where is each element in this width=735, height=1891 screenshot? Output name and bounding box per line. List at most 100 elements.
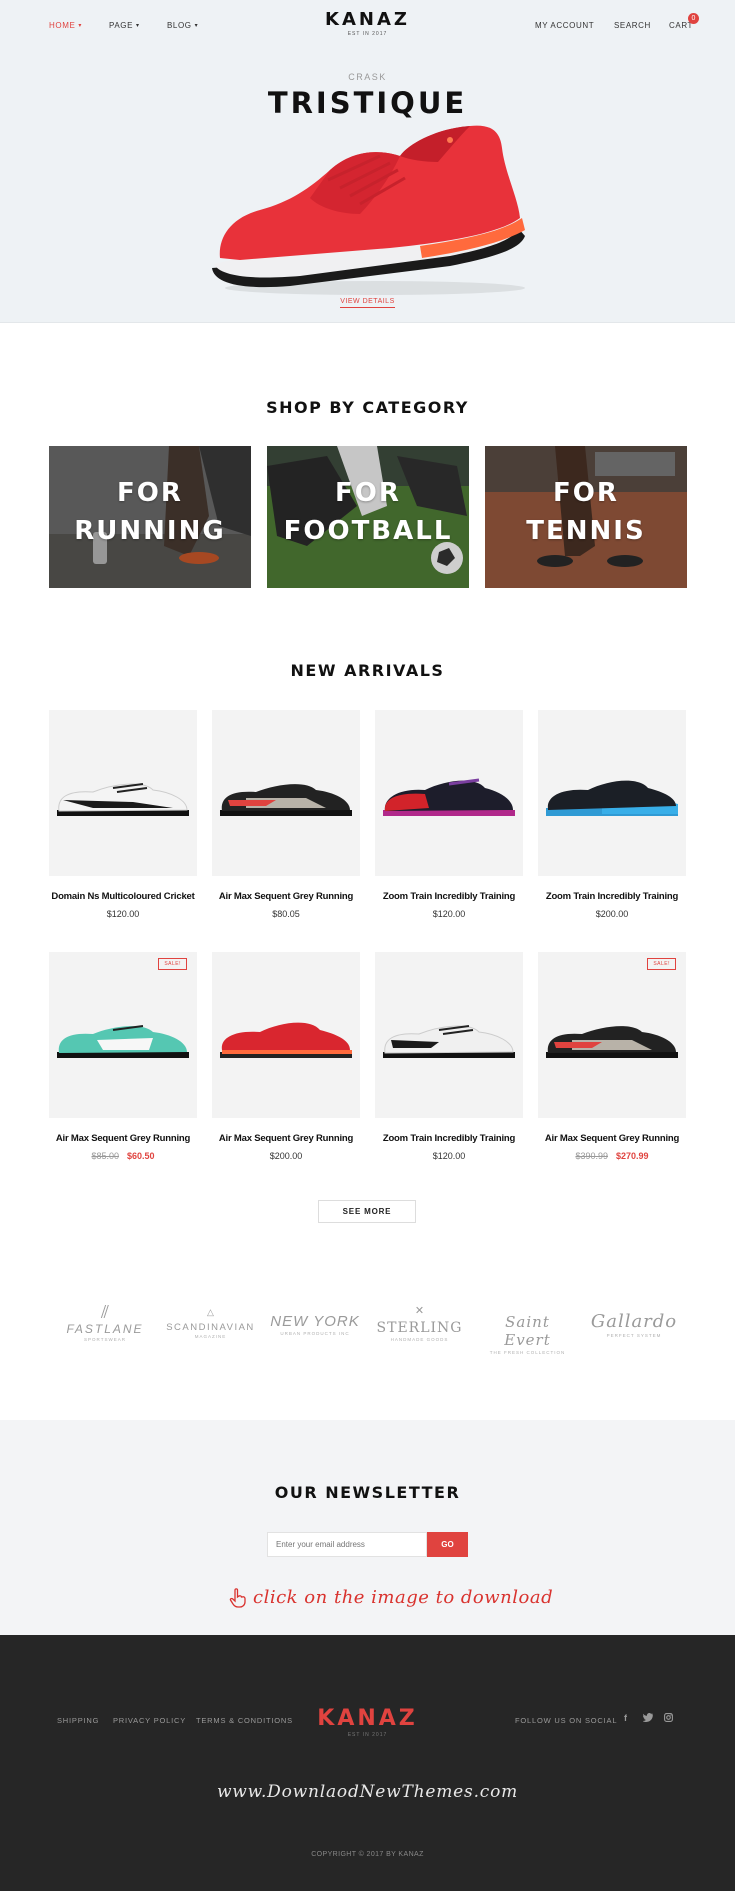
brand-name: STERLING	[376, 1320, 463, 1336]
product-name[interactable]: Air Max Sequent Grey Running	[206, 891, 366, 902]
product-name[interactable]: Air Max Sequent Grey Running	[206, 1133, 366, 1144]
nav-my-account[interactable]: MY ACCOUNT	[535, 21, 594, 30]
download-note-text: click on the image to download	[253, 1587, 554, 1608]
category-tennis-line2: TENNIS	[526, 516, 646, 546]
brand-sub: MAGAZINE	[194, 1334, 227, 1339]
brand-logo-fastlane[interactable]: ⫽ FASTLANE SPORTSWEAR	[60, 1302, 150, 1352]
product-name[interactable]: Zoom Train Incredibly Training	[369, 1133, 529, 1144]
categories-title-text: SHOP BY CATEGORY	[266, 398, 469, 417]
twitter-icon[interactable]	[642, 1713, 653, 1724]
price-value: $120.00	[432, 909, 466, 919]
triangle-icon: △	[207, 1307, 214, 1317]
price-value: $80.05	[272, 909, 300, 919]
product-image[interactable]	[538, 710, 686, 876]
see-more-button[interactable]: SEE MORE	[318, 1200, 416, 1223]
facebook-icon[interactable]: f	[624, 1713, 627, 1723]
instagram-icon[interactable]	[664, 1713, 673, 1724]
brand-logo-saint-evert[interactable]: Saint Evert THE FRESH COLLECTION	[480, 1313, 575, 1363]
category-football-label: FOR FOOTBALL	[267, 474, 469, 550]
category-running-label: FOR RUNNING	[49, 474, 251, 550]
product-image[interactable]	[212, 710, 360, 876]
red-trainer-icon	[220, 1022, 352, 1058]
product-name[interactable]: Domain Ns Multicoloured Cricket	[43, 891, 203, 902]
brand-logo-sterling[interactable]: ✕ STERLING HANDMADE GOODS	[372, 1302, 467, 1352]
fastlane-mark-icon: ⫽	[100, 1302, 110, 1322]
product-price: $120.00	[49, 909, 197, 919]
brand-sub: THE FRESH COLLECTION	[489, 1350, 566, 1355]
newsletter-title-text: OUR NEWSLETTER	[274, 1483, 461, 1502]
view-details-link[interactable]: VIEW DETAILS	[340, 298, 395, 308]
brand-logo-scandinavian[interactable]: △ SCANDINAVIAN MAGAZINE	[163, 1302, 258, 1352]
brand-sub: URBAN PRODUCTS INC	[280, 1331, 350, 1336]
category-tennis[interactable]: FOR TENNIS	[485, 446, 687, 588]
cart-count-badge: 0	[688, 13, 699, 24]
watermark-text: www.DownlaodNewThemes.com	[216, 1782, 519, 1802]
teal-sneaker-icon	[57, 1025, 189, 1058]
product-name[interactable]: Air Max Sequent Grey Running	[532, 1133, 692, 1144]
old-price: $85.00	[91, 1151, 119, 1161]
old-price: $390.99	[575, 1151, 608, 1161]
product-name[interactable]: Zoom Train Incredibly Training	[369, 891, 529, 902]
brand-name: FASTLANE	[66, 1322, 144, 1336]
product-image[interactable]	[212, 952, 360, 1118]
product-price: $120.00	[375, 1151, 523, 1161]
white-sneaker-icon	[57, 783, 189, 816]
footer-logo-tagline: EST IN 2017	[347, 1732, 388, 1738]
product-image[interactable]	[375, 710, 523, 876]
hero-title: TRISTIQUE	[267, 86, 468, 120]
categories-title: SHOP BY CATEGORY	[0, 398, 735, 417]
crossed-arrows-icon: ✕	[414, 1305, 425, 1317]
hero-banner: HOME ▾ PAGE ▾ BLOG ▾ KANAZ EST IN 2017 MY A…	[0, 0, 735, 323]
price-value: $120.00	[432, 1151, 466, 1161]
copyright-text: COPYRIGHT © 2017 BY KANAZ	[311, 1851, 424, 1858]
brand-name: NEW YORK	[270, 1313, 360, 1330]
main-navigation: HOME ▾ PAGE ▾ BLOG ▾ KANAZ EST IN 2017 MY A…	[0, 0, 735, 50]
brand-sub: PERFECT SYSTEM	[606, 1333, 662, 1338]
newsletter-go-button[interactable]: GO	[427, 1532, 468, 1557]
price-value: $200.00	[269, 1151, 303, 1161]
category-running[interactable]: FOR RUNNING	[49, 446, 251, 588]
category-football[interactable]: FOR FOOTBALL	[267, 446, 469, 588]
brand-sub: HANDMADE GOODS	[390, 1337, 449, 1342]
product-image[interactable]: SALE!	[538, 952, 686, 1118]
brand-sub: SPORTSWEAR	[84, 1337, 126, 1342]
sale-price: $270.99	[616, 1151, 649, 1161]
product-name[interactable]: Air Max Sequent Grey Running	[43, 1133, 203, 1144]
product-image[interactable]	[375, 952, 523, 1118]
category-football-line2: FOOTBALL	[283, 516, 453, 546]
sale-price: $60.50	[127, 1151, 155, 1161]
email-field[interactable]	[267, 1532, 427, 1557]
sale-badge: SALE!	[158, 958, 187, 970]
black-grey-sneaker-icon	[546, 1026, 678, 1058]
product-image[interactable]: SALE!	[49, 952, 197, 1118]
sale-badge: SALE!	[647, 958, 676, 970]
brand-logo-newyork[interactable]: NEW YORK URBAN PRODUCTS INC	[270, 1313, 360, 1363]
category-tennis-label: FOR TENNIS	[485, 474, 687, 550]
social-label: FOLLOW US ON SOCIAL	[515, 1716, 618, 1725]
product-image[interactable]	[49, 710, 197, 876]
brand-logo-gallardo[interactable]: Gallardo PERFECT SYSTEM	[588, 1311, 680, 1361]
category-football-line1: FOR	[335, 478, 401, 508]
nav-search[interactable]: SEARCH	[614, 21, 651, 30]
hero-kicker: CRASK	[348, 72, 387, 82]
product-price: $200.00	[538, 909, 686, 919]
red-running-shoe-image[interactable]	[200, 118, 540, 300]
black-sneaker-icon	[220, 784, 352, 816]
category-running-line1: FOR	[117, 478, 183, 508]
price-value: $120.00	[106, 909, 140, 919]
blue-black-trainer-icon	[546, 780, 678, 816]
brand-name: SCANDINAVIAN	[166, 1322, 255, 1333]
product-price: $120.00	[375, 909, 523, 919]
red-black-trainer-icon	[383, 778, 515, 816]
product-name[interactable]: Zoom Train Incredibly Training	[532, 891, 692, 902]
product-price: $80.05	[212, 909, 360, 919]
arrivals-title-text: NEW ARRIVALS	[290, 661, 445, 680]
arrivals-title: NEW ARRIVALS	[0, 661, 735, 680]
product-price: $200.00	[212, 1151, 360, 1161]
price-value: $200.00	[595, 909, 629, 919]
brand-name: Saint Evert	[504, 1313, 551, 1349]
product-price: $390.99 $270.99	[538, 1151, 686, 1161]
white-black-sneaker-icon	[383, 1025, 515, 1058]
category-tennis-line1: FOR	[553, 478, 619, 508]
download-note[interactable]: click on the image to download	[229, 1587, 553, 1608]
